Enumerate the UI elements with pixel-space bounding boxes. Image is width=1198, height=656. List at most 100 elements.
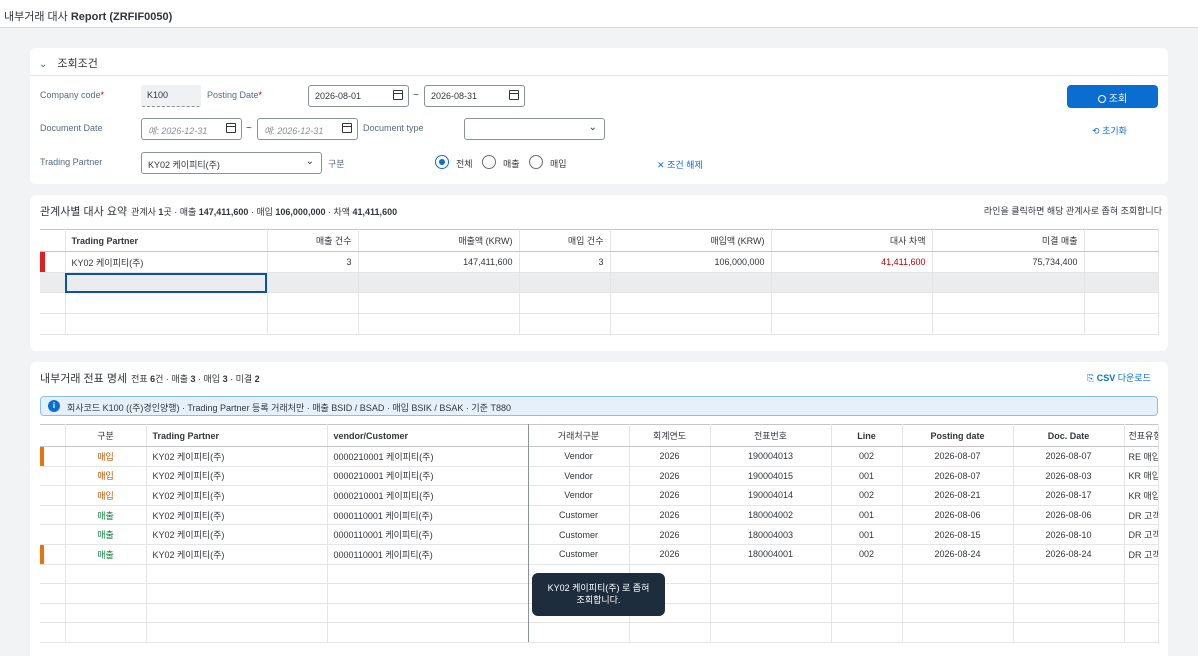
col-sales-count[interactable]: 매출 건수	[267, 229, 359, 252]
document-date-from-field[interactable]: 예: 2026-12-31	[141, 118, 242, 140]
radio-purchase[interactable]	[529, 155, 543, 169]
range-separator: ~	[413, 90, 419, 101]
trading-partner-label: Trading Partner	[40, 157, 103, 167]
company-code-field[interactable]: K100	[141, 85, 201, 107]
col-doc-number[interactable]: 전표번호	[710, 424, 832, 447]
cell-empty	[40, 603, 66, 624]
row-marker[interactable]	[40, 251, 66, 273]
cell-posting-date: 2026-08-24	[902, 544, 1014, 565]
calendar-icon[interactable]	[509, 90, 519, 100]
cell-doc-number: 180004003	[710, 524, 832, 545]
cell-empty	[710, 603, 832, 624]
col-trading-partner[interactable]: Trading Partner	[146, 424, 328, 447]
col-type[interactable]: 구분	[65, 424, 147, 447]
table-row[interactable]: 매입 KY02 케이피티(주) 0000210001 케이피티(주) Vendor 20…	[40, 446, 1159, 467]
cell-empty	[710, 583, 832, 604]
col-doc-date[interactable]: Doc. Date	[1013, 424, 1125, 447]
cell-empty	[932, 292, 1085, 314]
col-line[interactable]: Line	[831, 424, 903, 447]
search-icon	[1097, 95, 1106, 103]
row-marker[interactable]	[40, 505, 66, 526]
cell-purchase-count: 3	[519, 251, 611, 273]
summary-header-row: Trading Partner 매출 건수 매출액 (KRW) 매입 건수 매입…	[40, 229, 1159, 252]
cell-vendor-customer: 0000110001 케이피티(주)	[327, 524, 529, 545]
cell-empty	[831, 622, 903, 643]
table-row-empty[interactable]	[40, 272, 1159, 293]
tooltip-line1: KY02 케이피티(주) 로 좁혀	[547, 583, 650, 593]
col-purchase-amount[interactable]: 매입액 (KRW)	[610, 229, 772, 252]
radio-sales[interactable]	[482, 155, 496, 169]
col-fiscal-year[interactable]: 회계연도	[629, 424, 711, 447]
col-purchase-count[interactable]: 매입 건수	[519, 229, 611, 252]
cell-partner-kind: Vendor	[528, 485, 630, 506]
search-button[interactable]: 조회	[1067, 85, 1158, 108]
row-marker[interactable]	[40, 446, 66, 467]
summary-panel: 관계사별 대사 요약 관계사 1곳 · 매출 147,411,600 · 매입 1…	[30, 195, 1168, 351]
cell-empty	[40, 564, 66, 585]
chevron-down-icon[interactable]: ⌄	[39, 59, 47, 70]
calendar-icon[interactable]	[342, 123, 352, 133]
cell-focused[interactable]	[65, 272, 268, 293]
col-trading-partner[interactable]: Trading Partner	[65, 229, 268, 252]
col-sales-amount[interactable]: 매출액 (KRW)	[358, 229, 520, 252]
row-selector-header	[40, 229, 66, 252]
table-row[interactable]: 매출 KY02 케이피티(주) 0000110001 케이피티(주) Customer…	[40, 524, 1159, 545]
cell-type: 매출	[65, 544, 147, 565]
csv-download-button[interactable]: ⎘ CSV 다운로드	[1087, 371, 1151, 384]
cell-doc-date: 2026-08-07	[1013, 446, 1125, 467]
trading-partner-select[interactable]: KY02 케이피티(주) ⌄	[141, 152, 322, 174]
posting-date-to-field[interactable]: 2026-08-31	[424, 85, 525, 107]
table-row[interactable]: 매입 KY02 케이피티(주) 0000210001 케이피티(주) Vendor 20…	[40, 485, 1159, 506]
filter-header[interactable]: ⌄ 조회조건	[30, 48, 1168, 76]
detail-header-row: 구분 Trading Partner vendor/Customer 거래처구분…	[40, 424, 1159, 447]
csv-label: 다운로드	[1115, 373, 1151, 383]
cell-type: 매입	[65, 466, 147, 487]
cell-empty	[65, 622, 147, 643]
table-row[interactable]: KY02 케이피티(주) 3 147,411,600 3 106,000,000…	[40, 251, 1159, 273]
cell-empty	[267, 292, 359, 314]
col-vendor-customer[interactable]: vendor/Customer	[327, 424, 529, 447]
clear-conditions-button[interactable]: ✕ 조건 해제	[657, 158, 703, 171]
reset-label: 초기화	[1102, 126, 1127, 136]
document-type-select[interactable]: ⌄	[464, 118, 605, 140]
table-row[interactable]: 매출 KY02 케이피티(주) 0000110001 케이피티(주) Customer…	[40, 505, 1159, 526]
cell-empty	[1013, 622, 1125, 643]
radio-all[interactable]	[435, 155, 449, 169]
calendar-icon[interactable]	[393, 90, 403, 100]
cell-vendor-customer: 0000210001 케이피티(주)	[327, 485, 529, 506]
company-code-label: Company code*	[40, 90, 105, 100]
col-doc-type[interactable]: 전표유형	[1124, 424, 1159, 447]
posting-date-from-field[interactable]: 2026-08-01	[308, 85, 409, 107]
cell-type: 매출	[65, 505, 147, 526]
cell-empty	[528, 622, 630, 643]
cell-empty	[327, 603, 529, 624]
col-diff[interactable]: 대사 차액	[771, 229, 933, 252]
table-row[interactable]: 매입 KY02 케이피티(주) 0000210001 케이피티(주) Vendor 20…	[40, 466, 1159, 487]
cell-line: 001	[831, 524, 903, 545]
cell-empty	[831, 583, 903, 604]
calendar-icon[interactable]	[226, 123, 236, 133]
row-marker[interactable]	[40, 485, 66, 506]
cell-vendor-customer: 0000210001 케이피티(주)	[327, 446, 529, 467]
document-date-to-field[interactable]: 예: 2026-12-31	[257, 118, 358, 140]
table-row[interactable]: 매출 KY02 케이피티(주) 0000110001 케이피티(주) Customer…	[40, 544, 1159, 565]
row-marker[interactable]	[40, 466, 66, 487]
cell-line: 002	[831, 446, 903, 467]
row-tooltip: KY02 케이피티(주) 로 좁혀 조회합니다.	[532, 573, 665, 616]
radio-all-label: 전체	[456, 159, 473, 169]
col-posting-date[interactable]: Posting date	[902, 424, 1014, 447]
cell-empty	[267, 272, 359, 293]
info-strip: i 회사코드 K100 ((주)경인양행) · Trading Partner 등…	[40, 396, 1158, 416]
col-partner-kind[interactable]: 거래처구분	[528, 424, 630, 447]
frozen-column-divider[interactable]	[528, 424, 529, 642]
row-marker[interactable]	[40, 524, 66, 545]
cell-empty	[1124, 622, 1159, 643]
cell-empty	[65, 564, 147, 585]
cell-empty	[1124, 583, 1159, 604]
app-title: 내부거래 대사 Report (ZRFIF0050)	[0, 0, 1198, 28]
cell-empty	[358, 292, 520, 314]
reset-button[interactable]: ⟲ 초기화	[1092, 124, 1127, 137]
col-open-sales[interactable]: 미결 매출	[932, 229, 1085, 252]
row-marker[interactable]	[40, 544, 66, 565]
col-filler	[1084, 229, 1159, 252]
